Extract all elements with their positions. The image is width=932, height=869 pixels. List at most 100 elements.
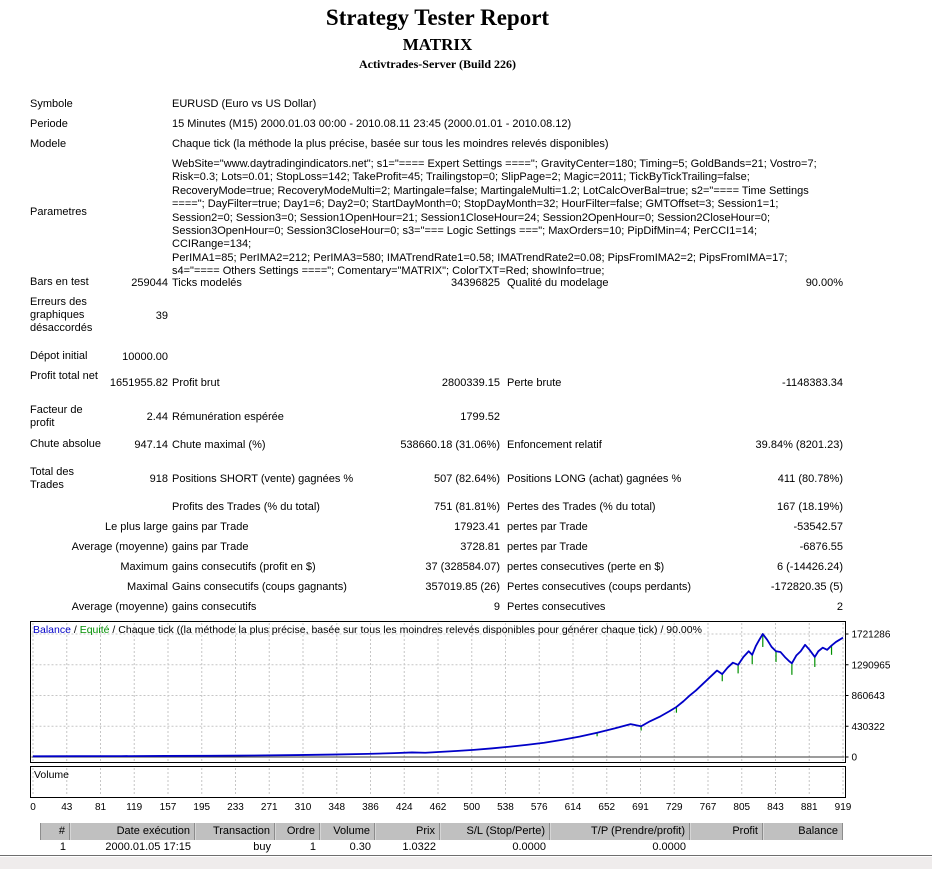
footer-strip [0, 857, 932, 869]
x-axis-label: 81 [95, 802, 107, 813]
stat-label: Maximum [120, 560, 168, 573]
row-depot-initial: Dépot initial 10000.00 [0, 350, 932, 364]
balance-chart: 0 43 81 119 157 195 233 271 310 348 386 424 462 500 53… [30, 621, 891, 813]
row-bars-en-test: Bars en test 259044 Ticks modelés 343968… [0, 276, 932, 290]
row-facteur-de-profit: Facteur de profit 2.44 Rémunération espé… [0, 404, 932, 431]
table-header-cell: # [40, 823, 70, 840]
stat-value: -1148383.34 [782, 377, 843, 389]
stat-label: Parametres [30, 205, 87, 218]
chart-legend: Balance / Equité / Chaque tick ((la méth… [33, 624, 702, 636]
x-axis-label: 843 [767, 802, 784, 813]
stat-value: 357019.85 (26) [425, 580, 500, 593]
volume-chart-label: Volume [34, 769, 70, 781]
trade-table-header: # Date exécution Transaction Ordre Volume Pri… [40, 823, 843, 840]
stat-label: Le plus large [105, 520, 168, 533]
table-cell [763, 840, 843, 855]
table-header-cell: Date exécution [70, 823, 195, 840]
table-header-cell: Transaction [195, 823, 275, 840]
x-axis-label: 386 [362, 802, 379, 813]
row-profits-des-trades: Profits des Trades (% du total) 751 (81.… [0, 500, 932, 514]
y-axis-label: 1721286 [852, 630, 891, 641]
x-axis-label: 500 [463, 802, 480, 813]
stat-value: 918 [149, 473, 168, 485]
strategy-tester-report: Strategy Tester Report MATRIX Activtrade… [0, 0, 932, 869]
x-axis-label: 424 [396, 802, 413, 813]
stat-value: 39.84% (8201.23) [755, 438, 843, 451]
stat-value: 1651955.82 [109, 377, 168, 389]
x-axis-label: 0 [30, 802, 36, 813]
stat-value: 2 [836, 600, 843, 613]
row-erreurs-graphiques: Erreurs des graphiques désaccordés 39 [0, 296, 932, 336]
stat-value: 17923.41 [454, 520, 500, 533]
table-header-cell: T/P (Prendre/profit) [550, 823, 690, 840]
x-axis-label: 233 [227, 802, 244, 813]
stat-value: -53542.57 [793, 520, 843, 533]
stat-value: 15 Minutes (M15) 2000.01.03 00:00 - 2010… [172, 118, 572, 130]
table-header-cell: Ordre [275, 823, 320, 840]
stat-value: 34396825 [451, 276, 500, 289]
table-cell: 1 [309, 841, 316, 853]
row-average-gains: Average (moyenne) gains par Trade 3728.8… [0, 540, 932, 554]
row-parametres: Parametres WebSite="www.daytradingindica… [0, 158, 932, 277]
x-axis-label: 462 [430, 802, 447, 813]
table-header-cell: Balance [763, 823, 843, 840]
row-profit-total-net: Profit total net 1651955.82 Profit brut … [0, 370, 932, 397]
x-axis-label: 652 [598, 802, 615, 813]
stat-value: 751 (81.81%) [433, 500, 500, 513]
trade-table-row: 1 2000.01.05 17:15 buy 1 0.30 1.0322 0.0000 0.0… [40, 840, 843, 855]
x-axis-label: 43 [61, 802, 73, 813]
stat-value: 10000.00 [122, 350, 168, 363]
y-axis-label: 0 [852, 753, 858, 764]
legend-separator: / [70, 624, 80, 636]
table-cell: 0.0000 [652, 841, 686, 853]
stat-label: Symbole [30, 98, 73, 110]
parametres-line: ===="; DayFilter=true; Day1=6; Day2=0; S… [172, 198, 779, 211]
stat-value: 2800339.15 [441, 377, 500, 389]
parametres-line: Session2=0; Session3=0; Session1OpenHour… [172, 211, 771, 224]
stat-value: 6 (-14426.24) [776, 560, 843, 573]
parametres-line: WebSite="www.daytradingindicators.net"; … [172, 158, 817, 170]
table-cell: buy [253, 841, 271, 853]
parametres-line: PerIMA1=85; PerIMA2=212; PerIMA3=580; IM… [172, 251, 788, 264]
stat-value: 3728.81 [460, 540, 500, 553]
legend-balance: Balance [33, 624, 71, 636]
stat-value: -6876.55 [799, 540, 843, 553]
x-axis-label: 538 [497, 802, 514, 813]
stat-label: Modele [30, 138, 67, 150]
x-axis-label: 691 [632, 802, 649, 813]
stat-value: EURUSD (Euro vs US Dollar) [172, 98, 317, 110]
stat-value: 259044 [131, 276, 168, 289]
x-axis-label: 614 [565, 802, 582, 813]
row-average-consecutifs: Average (moyenne) gains consecutifs 9 Pe… [0, 600, 932, 614]
stat-value: Chaque tick (la méthode la plus précise,… [172, 138, 609, 150]
server-build: Activtrades-Server (Build 226) [358, 57, 517, 71]
stat-label: Maximal [127, 580, 168, 593]
row-periode: Periode 15 Minutes (M15) 2000.01.03 00:0… [0, 118, 932, 132]
stat-label: Periode [30, 118, 68, 130]
table-bottom-divider [0, 855, 932, 856]
table-cell: 0.0000 [512, 841, 546, 853]
x-axis-label: 310 [295, 802, 312, 813]
x-axis-label: 119 [126, 802, 142, 813]
stat-value: 37 (328584.07) [425, 560, 500, 573]
stat-value: 2.44 [146, 411, 168, 423]
y-axis-label: 1290965 [852, 660, 891, 671]
row-modele: Modele Chaque tick (la méthode la plus p… [0, 138, 932, 152]
x-axis-label: 195 [193, 802, 210, 813]
parametres-line: Session3OpenHour=0; Session3CloseHour=0;… [172, 225, 758, 251]
x-axis-label: 271 [261, 802, 278, 813]
stat-label: Average (moyenne) [71, 600, 168, 613]
stat-value: 167 (18.19%) [776, 500, 843, 513]
stat-value: 411 (80.78%) [777, 473, 843, 485]
stat-value: 9 [493, 600, 500, 613]
stat-value: 1799.52 [460, 411, 500, 423]
legend-separator: / [109, 624, 119, 636]
stat-value: 538660.18 (31.06%) [400, 438, 500, 451]
table-cell: 1 [59, 841, 66, 853]
table-cell: 2000.01.05 17:15 [105, 841, 191, 853]
parametres-line: RecoveryMode=true; RecoveryModeMulti=2; … [172, 184, 809, 197]
table-header-cell: Prix [375, 823, 440, 840]
row-symbole: Symbole EURUSD (Euro vs US Dollar) [0, 98, 932, 112]
table-cell [690, 840, 763, 855]
table-header-cell: S/L (Stop/Perte) [440, 823, 550, 840]
